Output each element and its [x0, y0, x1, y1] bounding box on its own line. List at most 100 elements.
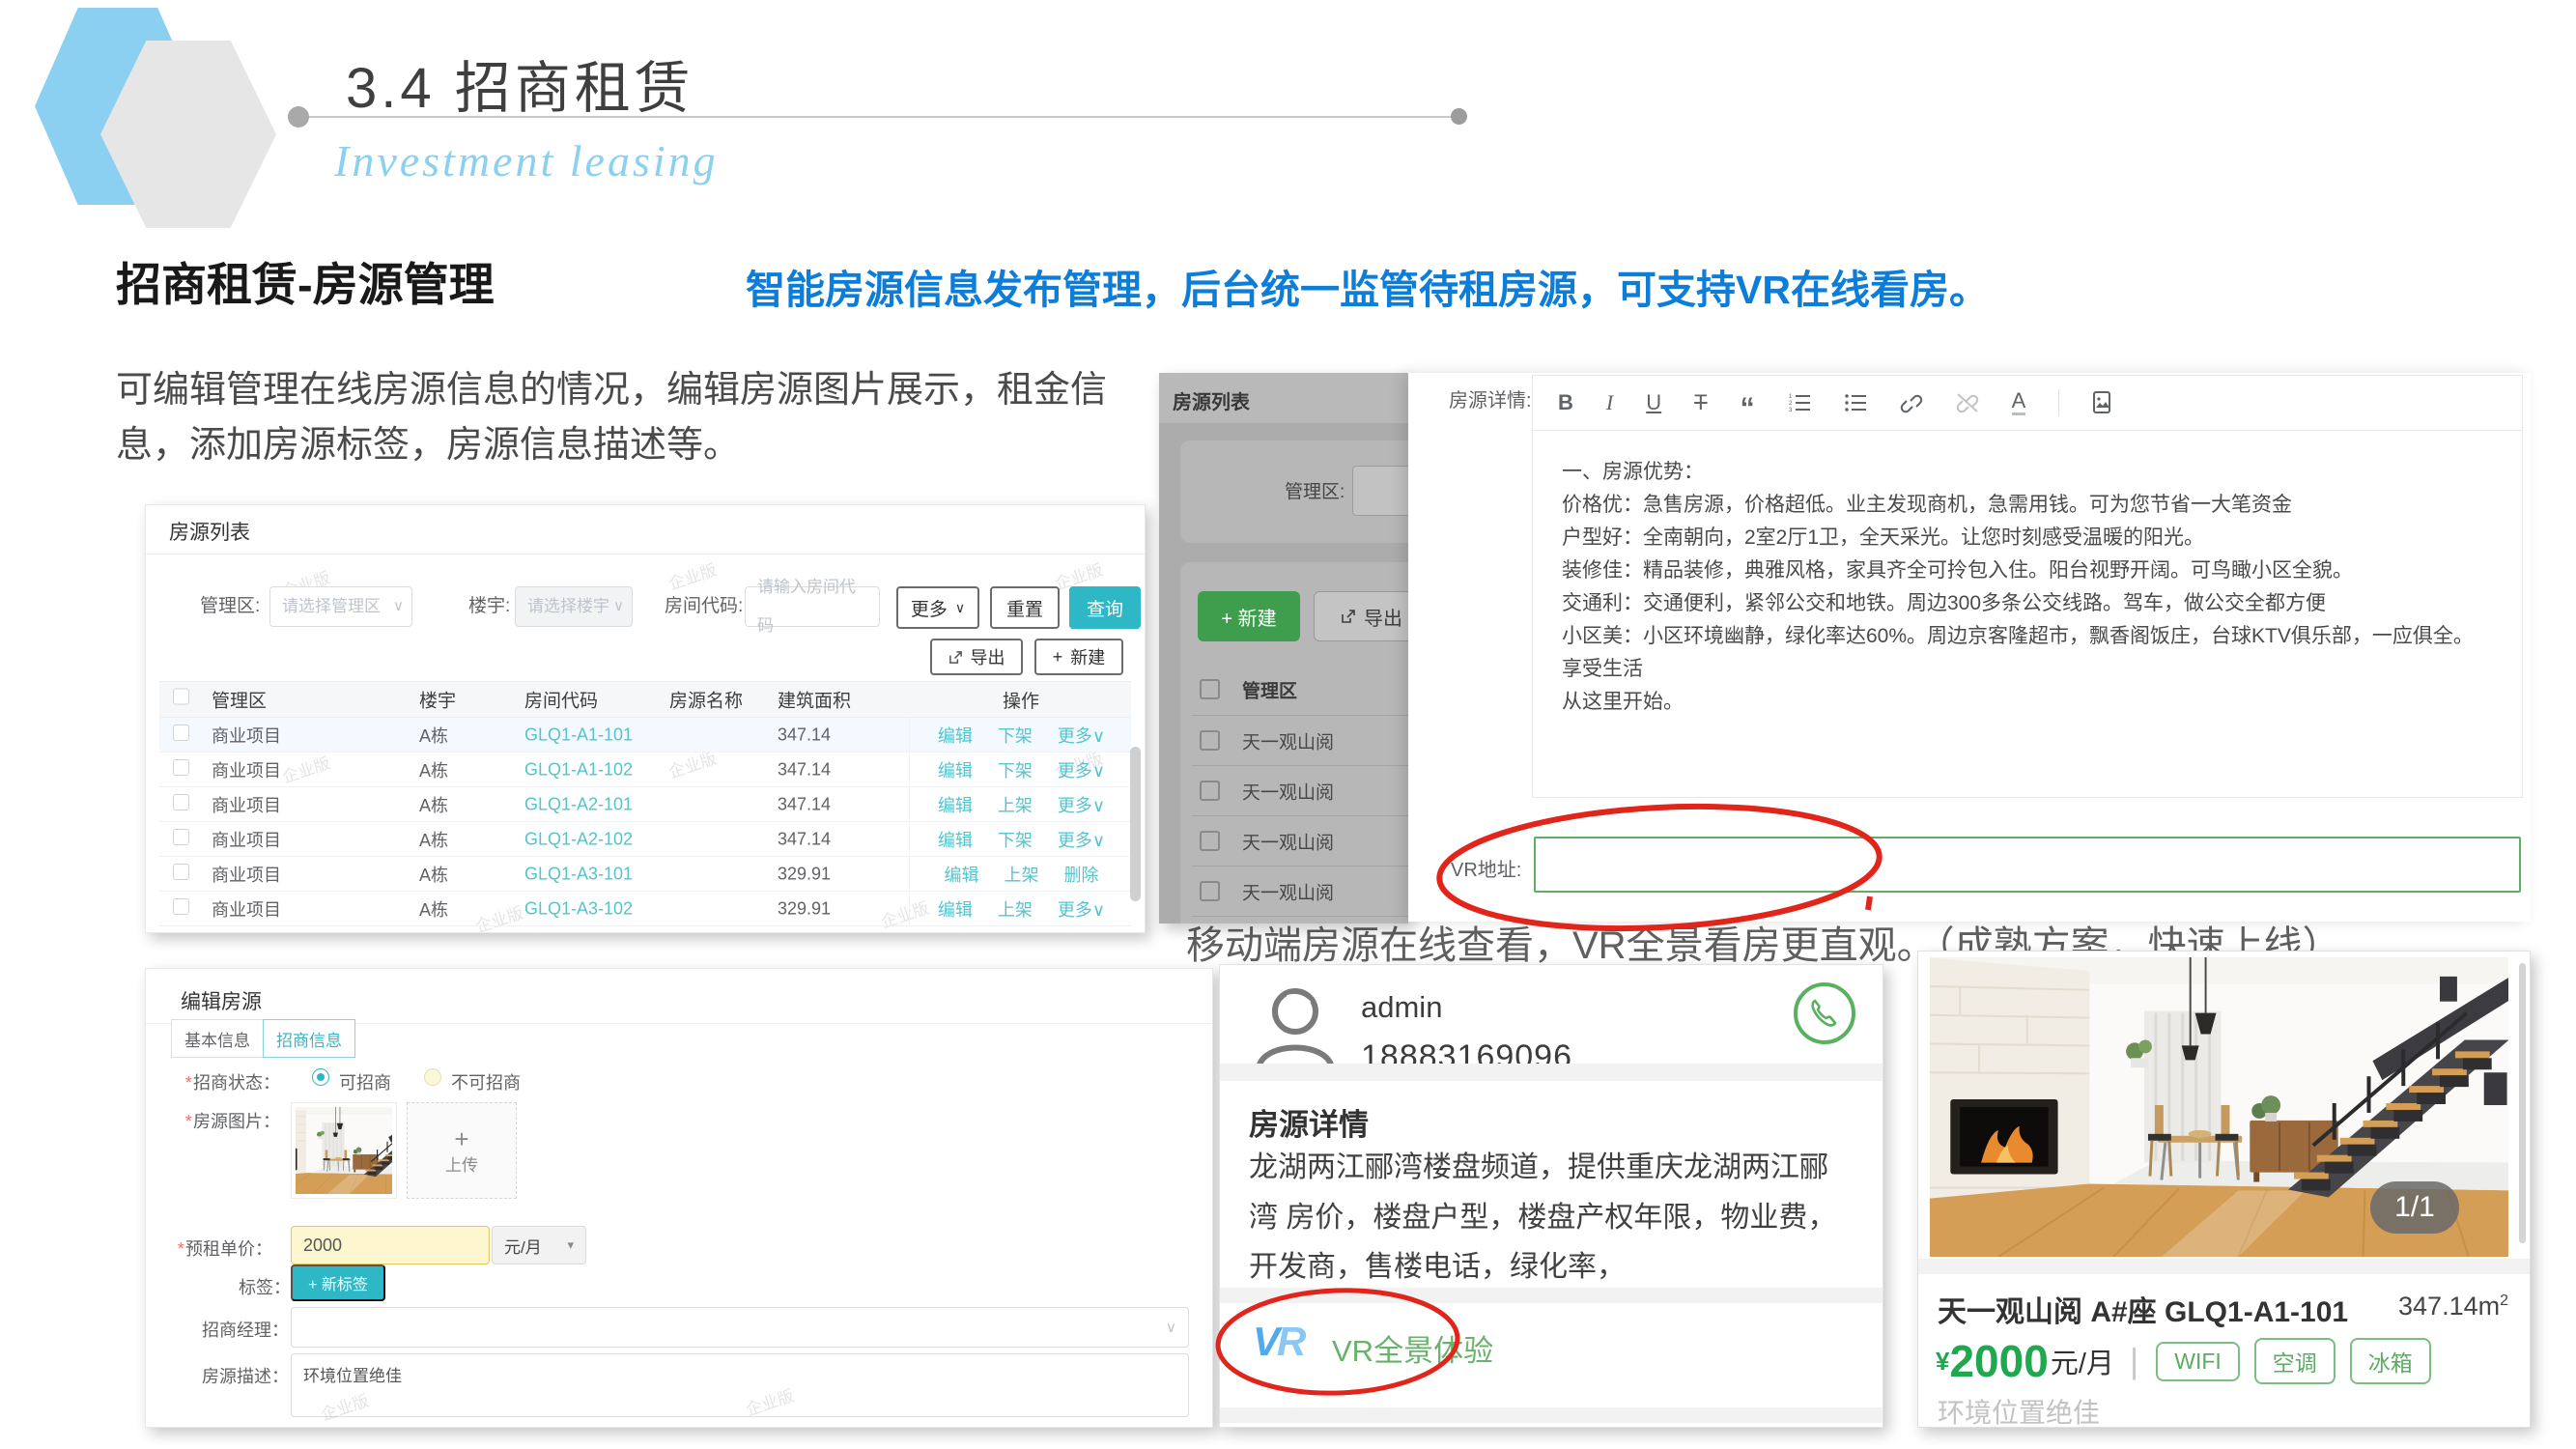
shelf-link[interactable]: 下架: [998, 723, 1033, 748]
underline-icon[interactable]: U: [1646, 392, 1661, 413]
dim-select-all-checkbox[interactable]: [1200, 679, 1220, 699]
richtext-content[interactable]: 一、房源优势： 价格优：急售房源，价格超低。业主发现商机，急需用钱。可为您节省一…: [1532, 431, 2523, 798]
scrollbar[interactable]: [1130, 747, 1141, 901]
ordered-list-icon[interactable]: 123: [1788, 392, 1811, 413]
description-label: 房源描述：: [202, 1363, 289, 1388]
table-row[interactable]: 商业项目 A栋 GLQ1-A2-101 347.14 编辑上架更多∨: [159, 787, 1131, 822]
content-line: 交通利：交通便利，紧邻公交和地铁。周边300多条公交线路。驾车，做公交全都方便: [1562, 587, 2493, 620]
room-code-link[interactable]: GLQ1-A3-101: [524, 864, 633, 884]
shelf-link[interactable]: 上架: [1005, 862, 1039, 887]
cell-building: A栋: [419, 792, 448, 817]
dim-new-button[interactable]: + 新建: [1198, 591, 1300, 641]
table-row[interactable]: 商业项目 A栋 GLQ1-A2-102 347.14 编辑下架更多∨: [159, 822, 1131, 857]
content-line: 户型好：全南朝向，2室2厅1卫，全天采光。让您时刻感受温暖的阳光。: [1562, 522, 2493, 554]
more-link[interactable]: 更多∨: [1058, 792, 1105, 817]
building-filter-select[interactable]: 请选择楼宇 ∨: [515, 586, 633, 627]
manager-select[interactable]: ∨: [291, 1307, 1189, 1348]
dim-table-row[interactable]: 天一观山阅: [1192, 916, 1408, 923]
description-textarea[interactable]: 环境位置绝佳: [291, 1353, 1189, 1417]
row-checkbox[interactable]: [173, 829, 189, 845]
row-checkbox[interactable]: [173, 898, 189, 915]
reset-button-label: 重置: [1006, 595, 1043, 621]
reset-button[interactable]: 重置: [990, 586, 1060, 629]
radio-not-leasable[interactable]: [424, 1068, 441, 1086]
room-code-filter-input[interactable]: 请输入房间代码: [745, 586, 880, 627]
more-filters-button[interactable]: 更多 ∨: [896, 586, 979, 629]
italic-icon[interactable]: I: [1606, 392, 1613, 413]
row-checkbox[interactable]: [173, 724, 189, 741]
vr-address-input[interactable]: [1534, 837, 2521, 893]
chevron-down-icon: ∨: [1166, 1319, 1176, 1336]
dim-row-checkbox[interactable]: [1200, 730, 1220, 751]
dim-table-row[interactable]: 天一观山阅: [1192, 866, 1408, 916]
row-checkbox[interactable]: [173, 864, 189, 880]
shelf-link[interactable]: 上架: [998, 792, 1033, 817]
room-code-link[interactable]: GLQ1-A1-102: [524, 759, 633, 780]
line-dot-left: [288, 106, 309, 128]
tab-basic-info[interactable]: 基本信息: [171, 1019, 264, 1058]
call-button[interactable]: [1794, 982, 1855, 1044]
select-all-checkbox[interactable]: [173, 689, 189, 705]
dim-table-row[interactable]: 天一观山阅: [1192, 815, 1408, 866]
detail-label: 房源详情:: [1449, 384, 1532, 412]
room-code-link[interactable]: GLQ1-A2-102: [524, 829, 633, 849]
price-unit-select[interactable]: 元/月 ▾: [492, 1226, 586, 1264]
strikethrough-icon[interactable]: T: [1694, 392, 1707, 413]
edit-link[interactable]: 编辑: [938, 827, 973, 852]
insert-image-icon[interactable]: [2092, 391, 2113, 414]
tab-invest-info[interactable]: 招商信息: [263, 1019, 355, 1058]
house-detail-title: 房源详情: [1249, 1100, 1369, 1144]
dim-row-checkbox[interactable]: [1200, 881, 1220, 901]
col-header-building: 楼宇: [419, 687, 456, 713]
delete-link[interactable]: 删除: [1064, 862, 1099, 887]
room-code-link[interactable]: GLQ1-A2-101: [524, 794, 633, 814]
more-link[interactable]: 更多∨: [1058, 896, 1105, 922]
edit-link[interactable]: 编辑: [945, 862, 979, 887]
bold-icon[interactable]: B: [1558, 392, 1573, 413]
slide-page: 3.4 招商租赁 Investment leasing 招商租赁-房源管理 智能…: [0, 0, 2576, 1449]
room-code-link[interactable]: GLQ1-A1-101: [524, 724, 633, 745]
radio-leasable-selected[interactable]: [312, 1068, 329, 1086]
row-checkbox[interactable]: [173, 759, 189, 776]
content-line: 小区美：小区环境幽静，绿化率达60%。周边京客隆超市，飘香阁饭庄，台球KTV俱乐…: [1562, 620, 2493, 686]
export-button[interactable]: 导出: [930, 639, 1023, 675]
edit-link[interactable]: 编辑: [938, 792, 973, 817]
dim-table-row[interactable]: 天一观山阅: [1192, 715, 1408, 765]
dim-row-checkbox[interactable]: [1200, 831, 1220, 851]
table-row[interactable]: 商业项目 A栋 GLQ1-A1-101 347.14 编辑下架更多∨: [159, 718, 1131, 753]
edit-link[interactable]: 编辑: [938, 723, 973, 748]
shelf-link[interactable]: 下架: [998, 757, 1033, 782]
section-heading: 招商租赁-房源管理: [116, 247, 495, 314]
text-color-icon[interactable]: A: [2012, 390, 2026, 415]
unordered-list-icon[interactable]: [1844, 392, 1867, 413]
search-button[interactable]: 查询: [1069, 586, 1141, 629]
scrollbar[interactable]: [2519, 963, 2526, 1243]
upload-box[interactable]: + 上传: [407, 1102, 517, 1199]
table-row[interactable]: 商业项目 A栋 GLQ1-A3-101 329.91 编辑上架删除: [159, 857, 1131, 892]
listing-mobile-card: 1/1 天一观山阅 A#座 GLQ1-A1-101 347.14m2 ¥ 200…: [1917, 951, 2531, 1428]
edit-link[interactable]: 编辑: [938, 757, 973, 782]
more-link[interactable]: 更多∨: [1058, 757, 1105, 782]
edit-link[interactable]: 编辑: [938, 896, 973, 922]
area-filter-select[interactable]: 请选择管理区 ∨: [269, 586, 412, 627]
blockquote-icon[interactable]: “: [1741, 394, 1755, 423]
vr-panorama-link[interactable]: VR全景体验: [1332, 1326, 1493, 1370]
room-code-link[interactable]: GLQ1-A3-102: [524, 898, 633, 919]
shelf-link[interactable]: 上架: [998, 896, 1033, 922]
new-tag-button[interactable]: + 新标签: [291, 1264, 385, 1301]
more-link[interactable]: 更多∨: [1058, 723, 1105, 748]
unlink-icon[interactable]: [1956, 392, 1979, 413]
table-row[interactable]: 商业项目 A栋 GLQ1-A3-102 329.91 编辑上架更多∨: [159, 892, 1131, 926]
link-icon[interactable]: [1900, 392, 1923, 413]
price-value: 2000: [1949, 1339, 2048, 1383]
row-checkbox[interactable]: [173, 794, 189, 810]
dim-table-row[interactable]: 天一观山阅: [1192, 765, 1408, 815]
dim-export-button[interactable]: 导出: [1314, 591, 1408, 641]
table-row[interactable]: 商业项目 A栋 GLQ1-A1-102 347.14 编辑下架更多∨: [159, 753, 1131, 787]
dim-area-input[interactable]: [1352, 466, 1408, 516]
price-input[interactable]: 2000: [291, 1226, 490, 1264]
shelf-link[interactable]: 下架: [998, 827, 1033, 852]
new-button[interactable]: + 新建: [1034, 639, 1123, 675]
more-link[interactable]: 更多∨: [1058, 827, 1105, 852]
dim-row-checkbox[interactable]: [1200, 781, 1220, 801]
